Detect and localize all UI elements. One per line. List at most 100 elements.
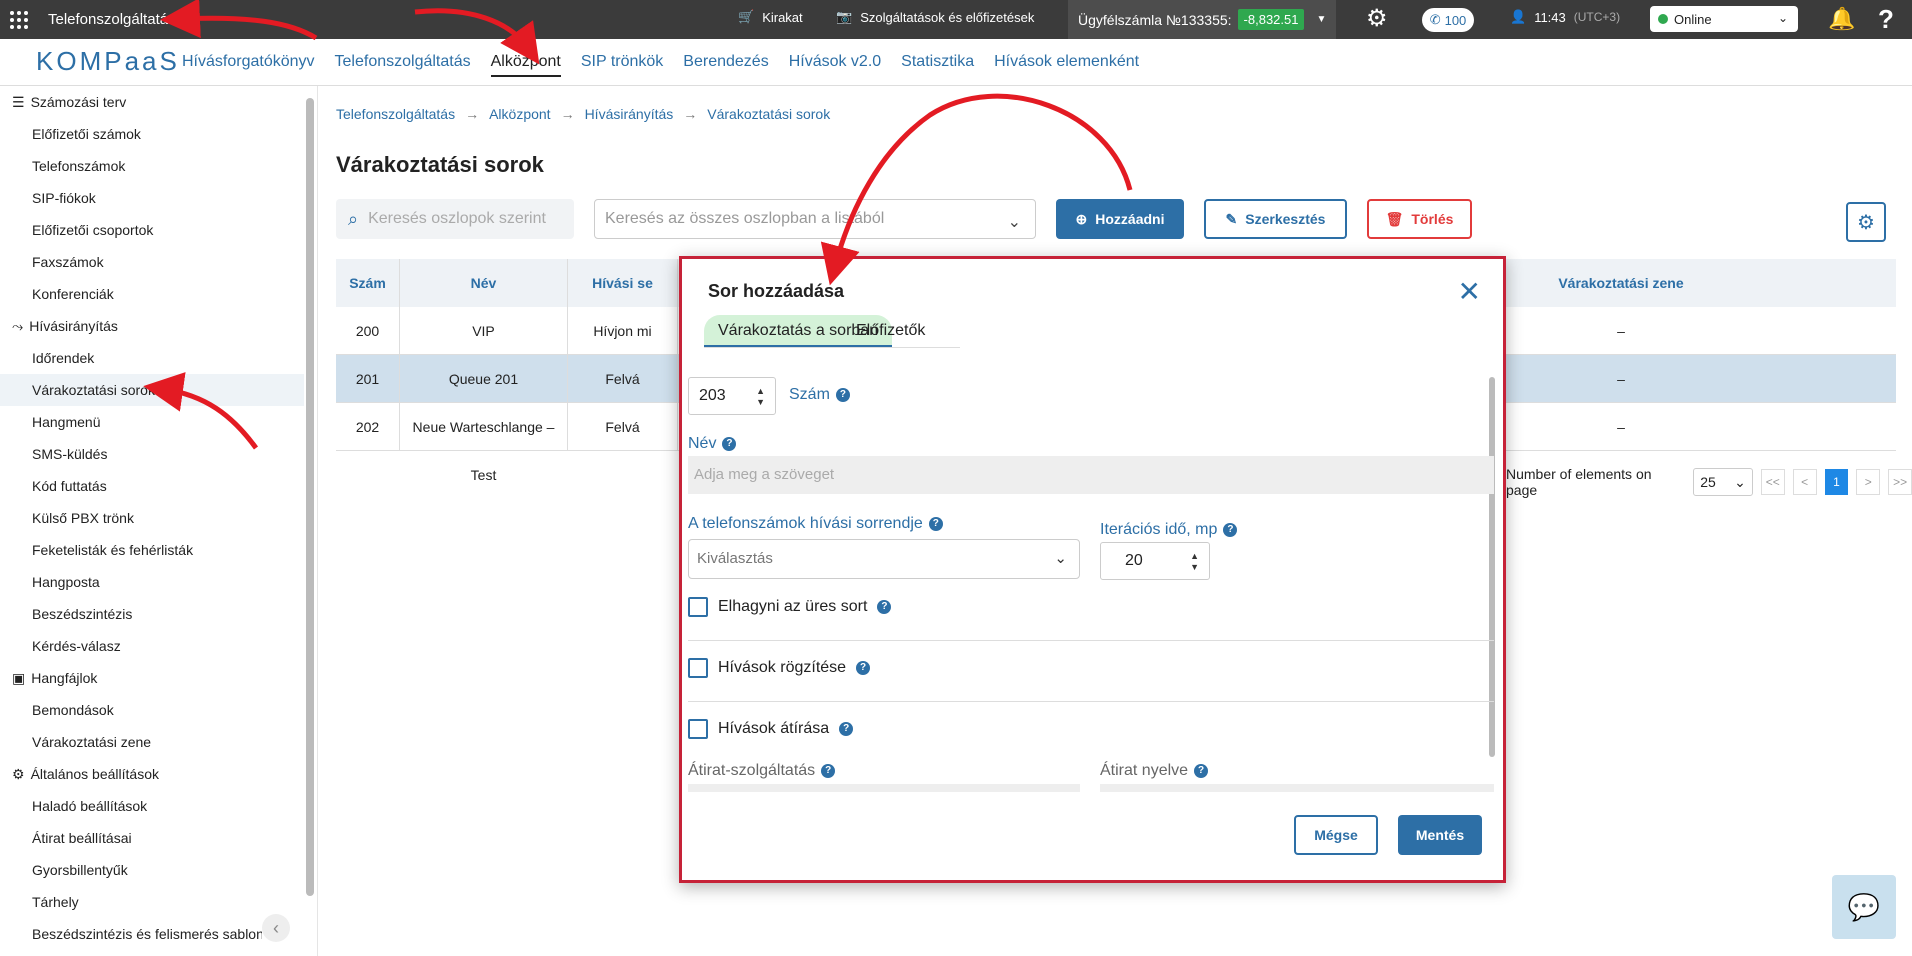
add-button[interactable]: ⊕ Hozzáadni <box>1056 199 1184 239</box>
status-select[interactable]: Online ⌄ <box>1650 6 1798 32</box>
iteration-stepper[interactable]: 20 ▲ ▼ <box>1100 542 1210 580</box>
sidebar-item-ivr[interactable]: Hangmenü <box>32 406 101 438</box>
sidebar-item-blacklists[interactable]: Feketelisták és fehérlisták <box>32 534 193 566</box>
help-icon[interactable]: ? <box>821 764 836 778</box>
sidebar-item-storage[interactable]: Tárhely <box>32 886 79 918</box>
help-icon[interactable]: ? <box>1878 4 1894 35</box>
order-label: A telefonszámok hívási sorrendje? <box>688 515 943 533</box>
col-header-music[interactable]: Várakoztatási zene <box>1466 259 1776 307</box>
logo[interactable]: KOMPaaS <box>36 46 180 77</box>
transcription-language-select[interactable] <box>1100 784 1494 792</box>
help-icon[interactable]: ? <box>835 388 850 402</box>
breadcrumb-telephony[interactable]: Telefonszolgáltatás <box>336 106 455 122</box>
help-icon[interactable]: ? <box>856 661 871 675</box>
table-settings-gear-icon[interactable]: ⚙ <box>1846 202 1886 242</box>
close-icon[interactable]: ✕ <box>1458 275 1481 308</box>
sidebar-section-routing[interactable]: ⤳ Hívásirányítás <box>12 310 118 342</box>
page-size-select[interactable]: 25 ⌄ <box>1693 468 1753 496</box>
column-search-input[interactable]: ⌕ Keresés oszlopok szerint <box>336 199 574 239</box>
nav-tab-equipment[interactable]: Berendezés <box>683 53 768 77</box>
sidebar-item-subscriber-groups[interactable]: Előfizetői csoportok <box>32 214 153 246</box>
bell-icon[interactable]: 🔔 <box>1828 6 1855 32</box>
apps-grid-icon[interactable] <box>10 11 28 29</box>
sidebar-item-phone-numbers[interactable]: Telefonszámok <box>32 150 125 182</box>
number-stepper[interactable]: 203 ▲ ▼ <box>688 377 776 415</box>
sidebar-section-general[interactable]: ⚙ Általános beállítások <box>12 758 159 790</box>
sidebar-item-speech-templates[interactable]: Beszédszintézis és felismerés sablon <box>32 918 262 950</box>
sidebar-section-numbering[interactable]: ☰ Számozási terv <box>12 86 126 118</box>
checkbox-box[interactable] <box>688 719 708 739</box>
nav-tab-telephony[interactable]: Telefonszolgáltatás <box>335 53 471 77</box>
order-select[interactable]: Kiválasztás ⌄ <box>688 539 1080 579</box>
nav-tab-sip-trunks[interactable]: SIP trönkök <box>581 53 663 77</box>
breadcrumb-pbx[interactable]: Alközpont <box>489 106 550 122</box>
sidebar-section-audio[interactable]: ▣ Hangfájlok <box>12 662 97 694</box>
nav-tab-pbx[interactable]: Alközpont <box>490 53 561 77</box>
transcription-service-select[interactable] <box>688 784 1080 792</box>
help-icon[interactable]: ? <box>928 517 943 531</box>
pencil-icon: ✎ <box>1225 210 1238 227</box>
breadcrumb-queues[interactable]: Várakoztatási sorok <box>707 106 830 122</box>
sidebar-item-schedules[interactable]: Időrendek <box>32 342 94 374</box>
record-calls-checkbox[interactable]: Hívások rögzítése? <box>688 658 871 678</box>
page-1-button[interactable]: 1 <box>1824 469 1849 495</box>
first-page-button[interactable]: << <box>1760 469 1785 495</box>
global-search-select[interactable]: Keresés az összes oszlopban a listából ⌄ <box>594 199 1036 239</box>
help-icon[interactable]: ? <box>1194 764 1209 778</box>
service-title[interactable]: Telefonszolgáltatás <box>48 11 176 28</box>
sidebar-item-advanced[interactable]: Haladó beállítások <box>32 790 147 822</box>
help-icon[interactable]: ? <box>722 437 737 451</box>
last-page-button[interactable]: >> <box>1888 469 1912 495</box>
modal-scrollbar[interactable] <box>1489 377 1495 757</box>
delete-button[interactable]: 🗑 Törlés <box>1367 199 1472 239</box>
edit-button[interactable]: ✎ Szerkesztés <box>1204 199 1347 239</box>
skip-empty-checkbox[interactable]: Elhagyni az üres sort? <box>688 597 892 617</box>
stepper-arrows-icon[interactable]: ▲ ▼ <box>756 386 765 408</box>
sidebar-item-external-pbx[interactable]: Külső PBX trönk <box>32 502 134 534</box>
breadcrumb-routing[interactable]: Hívásirányítás <box>585 106 674 122</box>
sidebar-item-code[interactable]: Kód futtatás <box>32 470 107 502</box>
sidebar-item-voicemail[interactable]: Hangposta <box>32 566 100 598</box>
sidebar-item-hold-music[interactable]: Várakoztatási zene <box>32 726 151 758</box>
sidebar-item-transcription-settings[interactable]: Átirat beállításai <box>32 822 132 854</box>
help-icon[interactable]: ? <box>1223 523 1238 537</box>
checkbox-box[interactable] <box>688 597 708 617</box>
showcase-link[interactable]: 🛒 Kirakat <box>738 9 803 25</box>
col-header-strategy[interactable]: Hívási se <box>568 259 678 307</box>
sidebar-item-conferences[interactable]: Konferenciák <box>32 278 114 310</box>
next-page-button[interactable]: > <box>1856 469 1881 495</box>
sidebar-item-sms[interactable]: SMS-küldés <box>32 438 107 470</box>
col-header-name[interactable]: Név <box>400 259 568 307</box>
sidebar-item-tts[interactable]: Beszédszintézis <box>32 598 132 630</box>
nav-tab-calls-v2[interactable]: Hívások v2.0 <box>789 53 881 77</box>
name-input[interactable]: Adja meg a szöveget <box>688 456 1494 494</box>
help-icon[interactable]: ? <box>839 722 854 736</box>
sidebar-scrollbar[interactable] <box>306 98 314 896</box>
services-link[interactable]: 📷 Szolgáltatások és előfizetések <box>836 9 1034 25</box>
sidebar-item-queues[interactable]: Várakoztatási sorok <box>0 374 304 406</box>
checkbox-box[interactable] <box>688 658 708 678</box>
nav-tab-calls-detail[interactable]: Hívások elemenként <box>994 53 1139 77</box>
chat-widget-button[interactable]: 💬 <box>1832 875 1896 939</box>
transcribe-calls-checkbox[interactable]: Hívások átírása? <box>688 719 854 739</box>
nav-tab-call-scenario[interactable]: Hívásforgatókönyv <box>182 53 315 77</box>
sidebar-item-qa[interactable]: Kérdés-válasz <box>32 630 121 662</box>
col-header-number[interactable]: Szám <box>336 259 400 307</box>
sidebar-item-subscriber-numbers[interactable]: Előfizetői számok <box>32 118 141 150</box>
account-balance[interactable]: Ügyfélszámla №133355: -8,832.51 ▼ <box>1068 0 1336 39</box>
tab-subscribers[interactable]: Előfizetők <box>856 315 925 347</box>
prev-page-button[interactable]: < <box>1792 469 1817 495</box>
sidebar-item-hotkeys[interactable]: Gyorsbillentyűk <box>32 854 128 886</box>
sidebar-item-announcements[interactable]: Bemondások <box>32 694 114 726</box>
nav-tab-statistics[interactable]: Statisztika <box>901 53 974 77</box>
phone-count-badge[interactable]: ✆ 100 <box>1422 8 1474 32</box>
save-button[interactable]: Mentés <box>1398 815 1482 855</box>
sidebar-item-sip-accounts[interactable]: SIP-fiókok <box>32 182 96 214</box>
cancel-button[interactable]: Mégse <box>1294 815 1378 855</box>
cell-number: 202 <box>336 403 400 451</box>
stepper-arrows-icon[interactable]: ▲ ▼ <box>1190 551 1199 573</box>
settings-gear-icon[interactable]: ⚙ <box>1366 4 1388 33</box>
help-icon[interactable]: ? <box>877 600 892 614</box>
collapse-sidebar-icon[interactable]: ‹ <box>262 914 290 942</box>
sidebar-item-fax[interactable]: Faxszámok <box>32 246 104 278</box>
